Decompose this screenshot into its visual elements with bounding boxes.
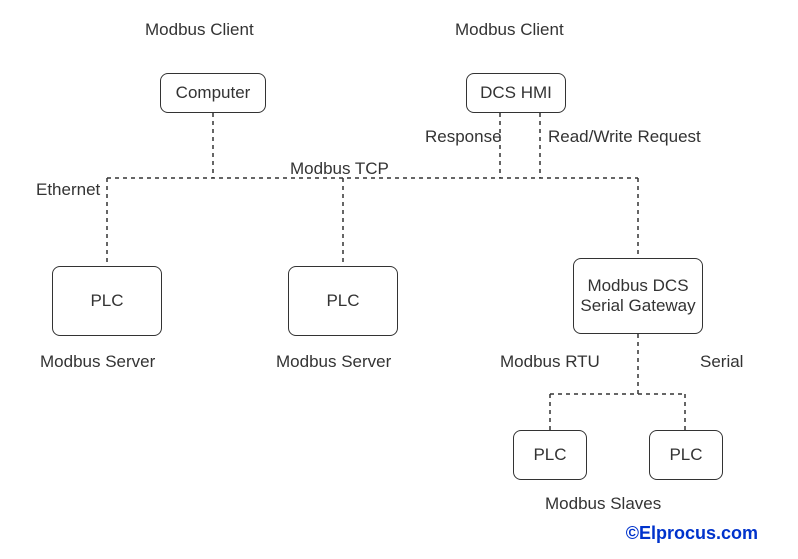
label-modbus-slaves: Modbus Slaves bbox=[545, 494, 661, 514]
node-plc-1: PLC bbox=[52, 266, 162, 336]
node-plc-2-label: PLC bbox=[326, 291, 359, 311]
node-computer-label: Computer bbox=[176, 83, 251, 103]
node-plc-2: PLC bbox=[288, 266, 398, 336]
node-computer: Computer bbox=[160, 73, 266, 113]
watermark: ©Elprocus.com bbox=[626, 523, 758, 544]
node-plc-1-label: PLC bbox=[90, 291, 123, 311]
label-response: Response bbox=[425, 127, 502, 147]
label-modbus-server-1: Modbus Server bbox=[40, 352, 155, 372]
node-gateway-label: Modbus DCS Serial Gateway bbox=[578, 276, 698, 317]
node-plc-4: PLC bbox=[649, 430, 723, 480]
label-ethernet: Ethernet bbox=[36, 180, 100, 200]
label-serial: Serial bbox=[700, 352, 743, 372]
node-gateway: Modbus DCS Serial Gateway bbox=[573, 258, 703, 334]
node-dcs-hmi-label: DCS HMI bbox=[480, 83, 552, 103]
node-plc-3-label: PLC bbox=[533, 445, 566, 465]
label-modbus-client-left: Modbus Client bbox=[145, 20, 254, 40]
label-read-write: Read/Write Request bbox=[548, 127, 701, 147]
label-modbus-rtu: Modbus RTU bbox=[500, 352, 600, 372]
node-plc-3: PLC bbox=[513, 430, 587, 480]
node-dcs-hmi: DCS HMI bbox=[466, 73, 566, 113]
node-plc-4-label: PLC bbox=[669, 445, 702, 465]
label-modbus-client-right: Modbus Client bbox=[455, 20, 564, 40]
label-modbus-tcp: Modbus TCP bbox=[290, 159, 389, 179]
label-modbus-server-2: Modbus Server bbox=[276, 352, 391, 372]
